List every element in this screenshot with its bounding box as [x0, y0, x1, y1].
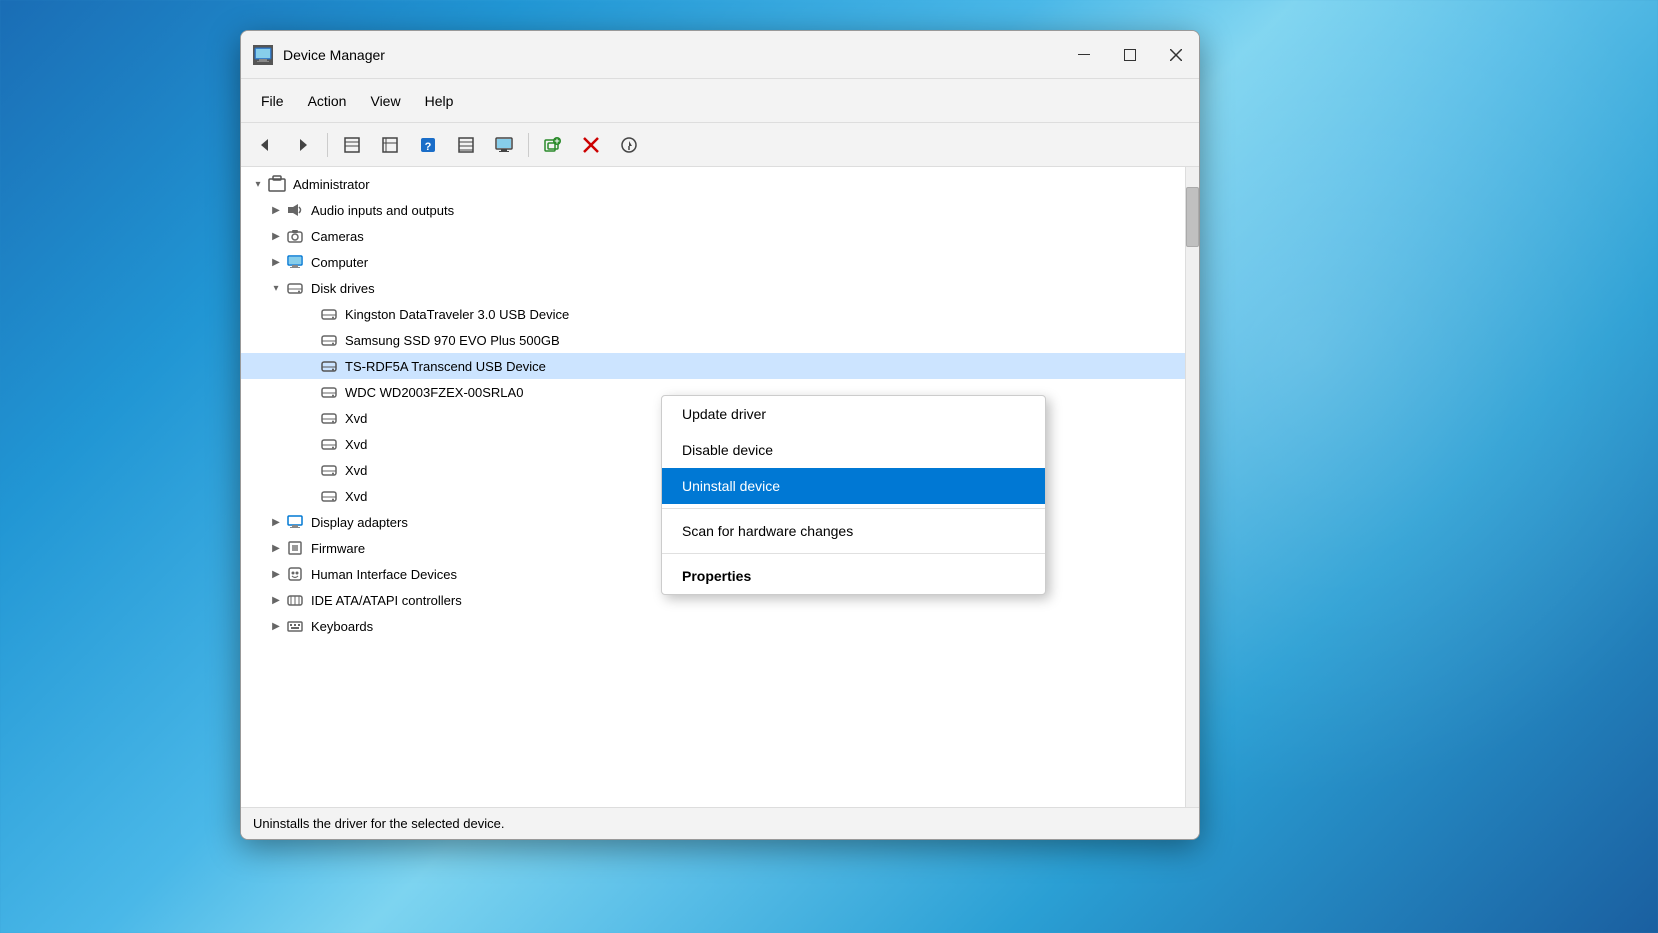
hid-icon	[285, 564, 305, 584]
window-controls	[1061, 31, 1199, 79]
disk-drives-label: Disk drives	[311, 281, 375, 296]
scrollbar-thumb[interactable]	[1186, 187, 1199, 247]
toolbar-sep-1	[327, 133, 328, 157]
toolbar-add-device[interactable]: +	[535, 129, 571, 161]
computer-icon	[285, 252, 305, 272]
display-label: Display adapters	[311, 515, 408, 530]
tree-item-ts-rdf5a[interactable]: ▶ TS-RDF5A Transcend USB Device	[241, 353, 1185, 379]
samsung-icon	[319, 330, 339, 350]
kingston-label: Kingston DataTraveler 3.0 USB Device	[345, 307, 569, 322]
svg-text:?: ?	[425, 141, 432, 153]
display-arrow: ▶	[267, 513, 285, 531]
context-disable-device[interactable]: Disable device	[662, 432, 1045, 468]
tree-item-computer[interactable]: ▶ Computer	[241, 249, 1185, 275]
toolbar: ? +	[241, 123, 1199, 167]
ide-label: IDE ATA/ATAPI controllers	[311, 593, 462, 608]
tree-item-cameras[interactable]: ▶ Cameras	[241, 223, 1185, 249]
toolbar-monitor[interactable]	[486, 129, 522, 161]
tree-item-disk-drives[interactable]: ▾ Disk drives	[241, 275, 1185, 301]
menu-view[interactable]: View	[358, 87, 412, 115]
root-arrow: ▾	[249, 175, 267, 193]
disk-drives-arrow: ▾	[267, 279, 285, 297]
context-separator-2	[662, 553, 1045, 554]
xvd4-label: Xvd	[345, 489, 367, 504]
menu-file[interactable]: File	[249, 87, 296, 115]
kingston-icon	[319, 304, 339, 324]
context-menu: Update driver Disable device Uninstall d…	[661, 395, 1046, 595]
xvd2-icon	[319, 434, 339, 454]
cameras-icon	[285, 226, 305, 246]
keyboards-label: Keyboards	[311, 619, 373, 634]
wdc-icon	[319, 382, 339, 402]
menu-help[interactable]: Help	[413, 87, 466, 115]
computer-label: Computer	[311, 255, 368, 270]
device-manager-window: Device Manager File Action View Help	[240, 30, 1200, 840]
toolbar-help[interactable]: ?	[410, 129, 446, 161]
toolbar-scan[interactable]	[611, 129, 647, 161]
context-properties[interactable]: Properties	[662, 558, 1045, 594]
firmware-arrow: ▶	[267, 539, 285, 557]
context-separator	[662, 508, 1045, 509]
title-bar: Device Manager	[241, 31, 1199, 79]
ide-icon	[285, 590, 305, 610]
ide-arrow: ▶	[267, 591, 285, 609]
ts-label: TS-RDF5A Transcend USB Device	[345, 359, 546, 374]
menu-action[interactable]: Action	[296, 87, 359, 115]
display-icon	[285, 512, 305, 532]
toolbar-properties-view[interactable]	[334, 129, 370, 161]
menu-bar: File Action View Help	[241, 79, 1199, 123]
context-update-driver[interactable]: Update driver	[662, 396, 1045, 432]
ts-icon	[319, 356, 339, 376]
root-label: Administrator	[293, 177, 370, 192]
status-text: Uninstalls the driver for the selected d…	[253, 816, 504, 831]
audio-label: Audio inputs and outputs	[311, 203, 454, 218]
cameras-label: Cameras	[311, 229, 364, 244]
toolbar-sep-2	[528, 133, 529, 157]
minimize-button[interactable]	[1061, 31, 1107, 79]
toolbar-back[interactable]	[247, 129, 283, 161]
hid-label: Human Interface Devices	[311, 567, 457, 582]
tree-root[interactable]: ▾ Administrator	[241, 171, 1185, 197]
app-icon	[253, 45, 273, 65]
audio-arrow: ▶	[267, 201, 285, 219]
toolbar-remove[interactable]	[573, 129, 609, 161]
toolbar-forward[interactable]	[285, 129, 321, 161]
xvd3-icon	[319, 460, 339, 480]
xvd3-label: Xvd	[345, 463, 367, 478]
tree-item-keyboards[interactable]: ▶ Keyboards	[241, 613, 1185, 639]
firmware-icon	[285, 538, 305, 558]
hid-arrow: ▶	[267, 565, 285, 583]
keyboards-arrow: ▶	[267, 617, 285, 635]
svg-text:+: +	[554, 136, 559, 146]
context-uninstall-device[interactable]: Uninstall device	[662, 468, 1045, 504]
xvd1-label: Xvd	[345, 411, 367, 426]
xvd4-icon	[319, 486, 339, 506]
tree-item-samsung[interactable]: ▶ Samsung SSD 970 EVO Plus 500GB	[241, 327, 1185, 353]
maximize-button[interactable]	[1107, 31, 1153, 79]
root-icon	[267, 174, 287, 194]
keyboards-icon	[285, 616, 305, 636]
tree-item-audio[interactable]: ▶ Audio inputs and outputs	[241, 197, 1185, 223]
audio-icon	[285, 200, 305, 220]
computer-arrow: ▶	[267, 253, 285, 271]
status-bar: Uninstalls the driver for the selected d…	[241, 807, 1199, 839]
close-button[interactable]	[1153, 31, 1199, 79]
vertical-scrollbar[interactable]	[1185, 167, 1199, 807]
disk-drives-icon	[285, 278, 305, 298]
content-area: ▾ Administrator ▶	[241, 167, 1199, 807]
samsung-label: Samsung SSD 970 EVO Plus 500GB	[345, 333, 560, 348]
xvd2-label: Xvd	[345, 437, 367, 452]
firmware-label: Firmware	[311, 541, 365, 556]
xvd1-icon	[319, 408, 339, 428]
tree-item-kingston[interactable]: ▶ Kingston DataTraveler 3.0 USB Device	[241, 301, 1185, 327]
toolbar-update[interactable]	[372, 129, 408, 161]
toolbar-view-resources[interactable]	[448, 129, 484, 161]
window-title: Device Manager	[283, 47, 1187, 63]
wdc-label: WDC WD2003FZEX-00SRLA0	[345, 385, 523, 400]
cameras-arrow: ▶	[267, 227, 285, 245]
context-scan-hardware[interactable]: Scan for hardware changes	[662, 513, 1045, 549]
